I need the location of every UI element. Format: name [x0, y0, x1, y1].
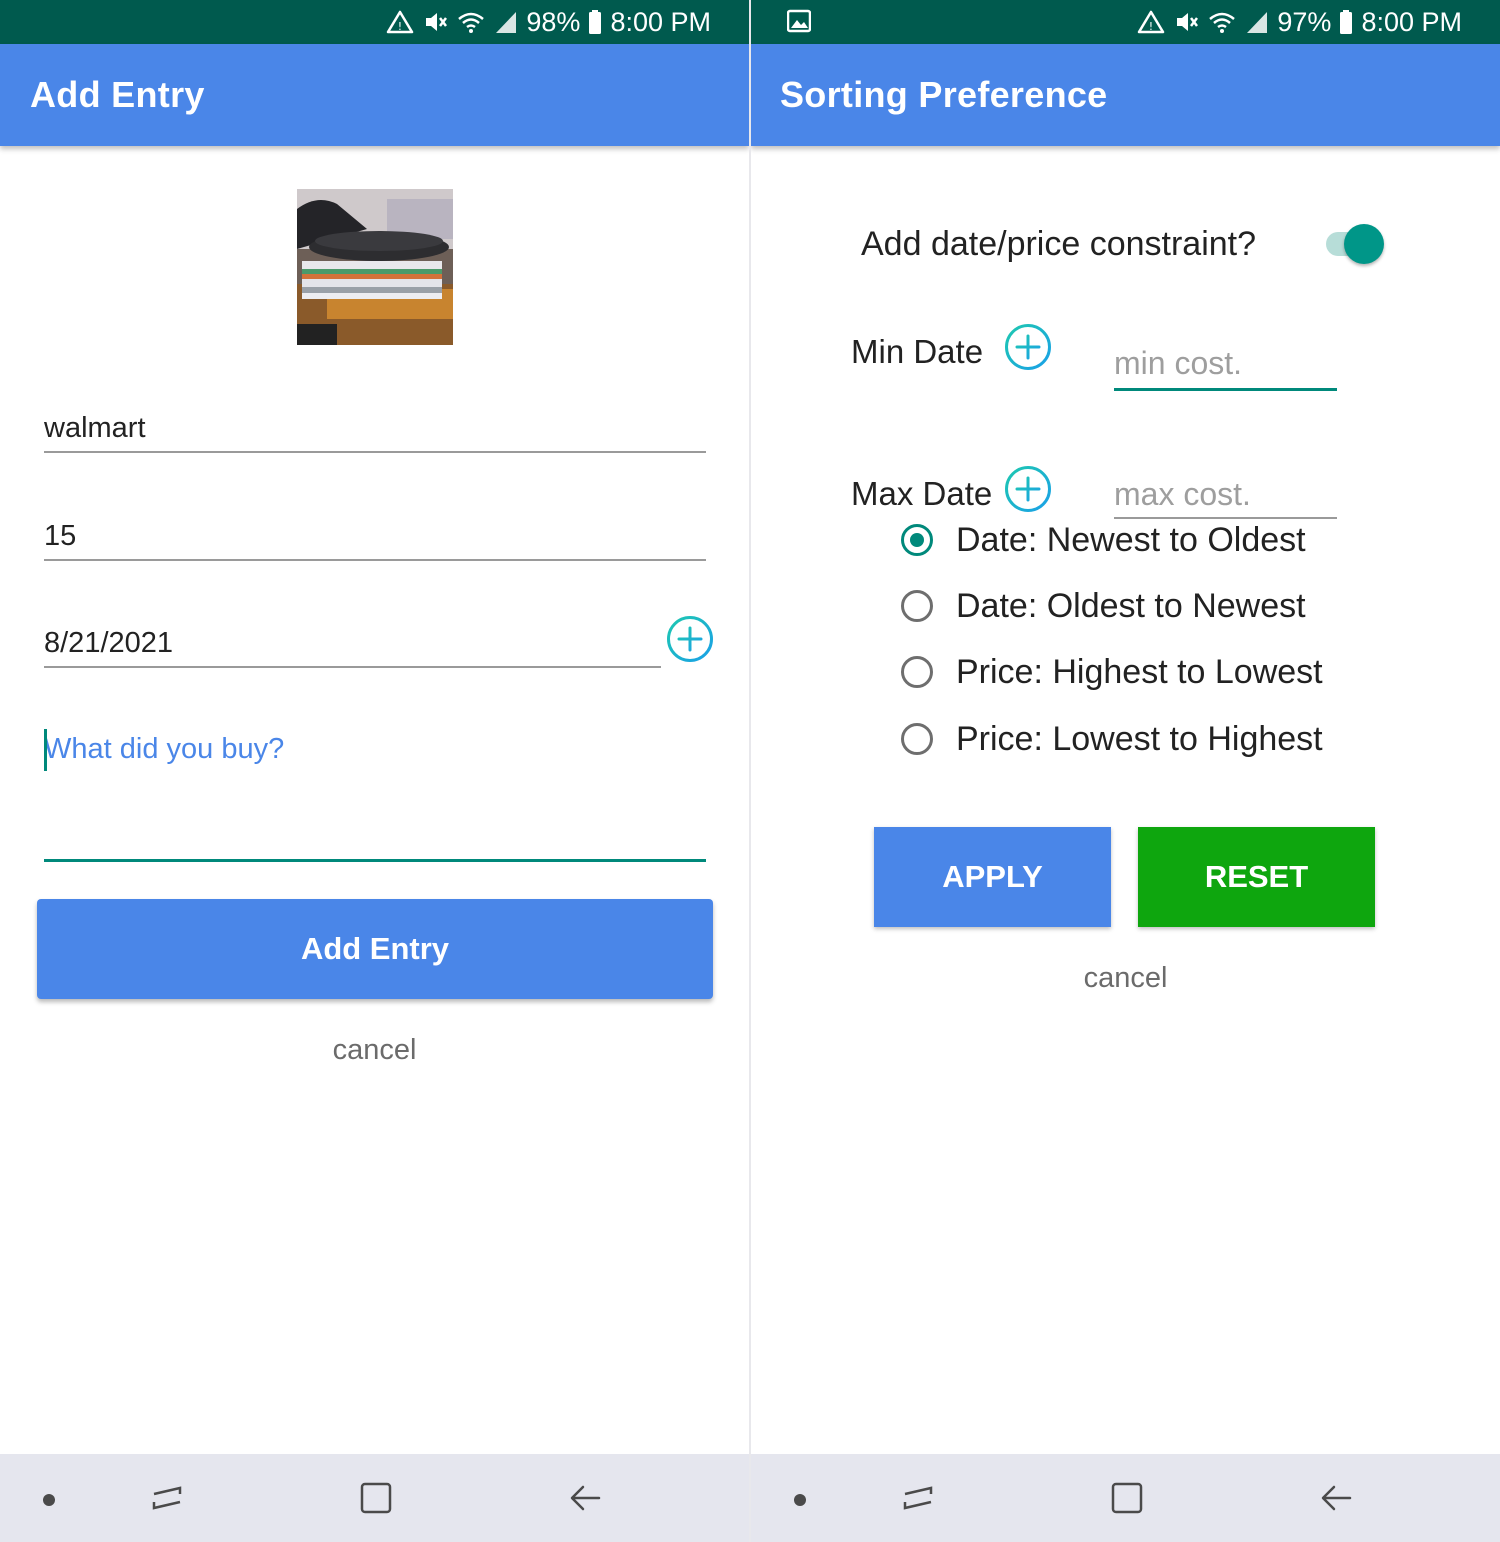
mute-icon: [422, 9, 448, 35]
mute-icon: [1173, 9, 1199, 35]
radio-button[interactable]: [901, 723, 933, 755]
signal-icon: [1245, 9, 1269, 35]
signal-icon: [494, 9, 518, 35]
nav-bar: [0, 1454, 749, 1542]
gallery-icon: [786, 9, 812, 38]
cancel-link[interactable]: cancel: [0, 1034, 749, 1067]
amount-underline: [44, 559, 706, 561]
date-underline: [44, 666, 661, 668]
status-time: 8:00 PM: [1361, 6, 1462, 37]
date-input[interactable]: 8/21/2021: [44, 627, 706, 660]
status-bar: ! 98% 8:00 PM: [0, 0, 749, 44]
sort-option[interactable]: Price: Highest to Lowest: [901, 647, 1323, 697]
battery-icon: [588, 9, 602, 35]
add-circle-icon[interactable]: [666, 615, 714, 668]
home-icon[interactable]: [1110, 1480, 1144, 1521]
wifi-icon: [456, 9, 486, 35]
recents-icon[interactable]: [150, 1480, 184, 1521]
add-circle-icon[interactable]: [1004, 323, 1052, 376]
min-cost-field[interactable]: min cost.: [1114, 345, 1337, 393]
max-cost-input[interactable]: max cost.: [1114, 476, 1337, 513]
amount-field[interactable]: 15: [44, 520, 706, 562]
store-input[interactable]: walmart: [44, 412, 706, 445]
add-entry-screen: ! 98% 8:00 PM Add Entry walmart 15 8/21/…: [0, 0, 749, 1542]
sort-option[interactable]: Date: Oldest to Newest: [901, 581, 1306, 631]
alert-icon: !: [1137, 9, 1165, 35]
receipt-photo-thumbnail[interactable]: [297, 189, 453, 345]
radio-button[interactable]: [901, 656, 933, 688]
min-date-label: Min Date: [851, 333, 984, 370]
back-icon[interactable]: [1319, 1480, 1353, 1521]
sort-option[interactable]: Date: Newest to Oldest: [901, 515, 1306, 565]
sort-option-label: Date: Oldest to Newest: [956, 586, 1306, 625]
status-bar: ! 97% 8:00 PM: [751, 0, 1500, 44]
max-date-label: Max Date: [851, 475, 993, 512]
constraint-toggle-label: Add date/price constraint?: [861, 225, 1257, 263]
date-field[interactable]: 8/21/2021: [44, 627, 706, 669]
cancel-link[interactable]: cancel: [751, 962, 1500, 995]
status-icons: ! 98% 8:00 PM: [386, 0, 711, 44]
description-field[interactable]: What did you buy?: [44, 729, 706, 863]
alert-icon: !: [386, 9, 414, 35]
radio-button[interactable]: [901, 524, 933, 556]
app-bar: Add Entry: [0, 44, 749, 146]
store-underline: [44, 451, 706, 453]
wifi-icon: [1207, 9, 1237, 35]
battery-level: 98%: [526, 6, 581, 37]
svg-text:!: !: [1149, 20, 1153, 33]
text-cursor: [44, 729, 47, 771]
amount-input[interactable]: 15: [44, 520, 706, 553]
add-circle-icon[interactable]: [1004, 465, 1052, 518]
nav-dot-indicator: [794, 1494, 806, 1506]
description-input[interactable]: What did you buy?: [44, 733, 706, 766]
nav-bar: [751, 1454, 1500, 1542]
min-cost-input[interactable]: min cost.: [1114, 345, 1337, 382]
store-field[interactable]: walmart: [44, 412, 706, 454]
min-cost-underline: [1114, 388, 1337, 391]
dual-screenshot: ! 98% 8:00 PM Add Entry walmart 15 8/21/…: [0, 0, 1500, 1542]
sort-option-label: Price: Lowest to Highest: [956, 719, 1323, 758]
constraint-toggle-knob[interactable]: [1344, 224, 1384, 264]
app-bar: Sorting Preference: [751, 44, 1500, 146]
battery-icon: [1339, 9, 1353, 35]
sorting-preference-screen: ! 97% 8:00 PM Sorting Preference Add dat…: [751, 0, 1500, 1542]
nav-dot-indicator: [43, 1494, 55, 1506]
radio-button[interactable]: [901, 590, 933, 622]
svg-text:!: !: [398, 20, 402, 33]
home-icon[interactable]: [359, 1480, 393, 1521]
description-underline: [44, 859, 706, 862]
back-icon[interactable]: [568, 1480, 602, 1521]
sort-option-label: Date: Newest to Oldest: [956, 520, 1306, 559]
page-title: Add Entry: [30, 74, 205, 115]
apply-button[interactable]: APPLY: [874, 827, 1111, 927]
status-time: 8:00 PM: [610, 6, 711, 37]
page-title: Sorting Preference: [780, 74, 1108, 115]
reset-button[interactable]: RESET: [1138, 827, 1375, 927]
sort-option-label: Price: Highest to Lowest: [956, 652, 1323, 691]
status-icons: ! 97% 8:00 PM: [1137, 0, 1462, 44]
battery-level: 97%: [1277, 6, 1332, 37]
sort-option[interactable]: Price: Lowest to Highest: [901, 714, 1323, 764]
recents-icon[interactable]: [901, 1480, 935, 1521]
add-entry-button[interactable]: Add Entry: [37, 899, 713, 999]
